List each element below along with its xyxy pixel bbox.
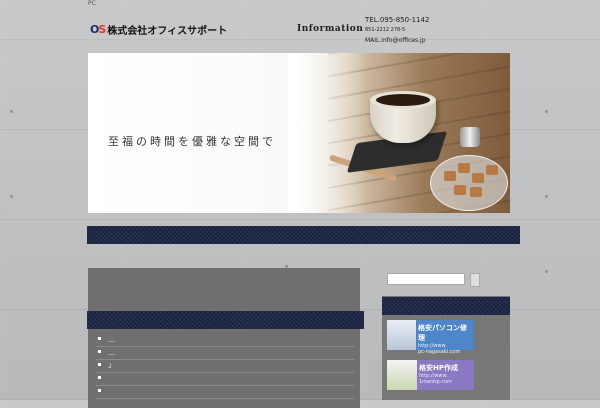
company-logo[interactable]: OS 株式会社オフィスサポート [90, 22, 227, 37]
wall-dot [10, 110, 13, 113]
news-list: ＿ ＿ 」 [96, 334, 354, 399]
sugar-cube [458, 163, 470, 173]
sugar-cube [472, 173, 484, 183]
info-heading: Information [297, 24, 364, 34]
pc-label: PC [88, 0, 96, 7]
company-name: 株式会社オフィスサポート [107, 26, 228, 37]
bullet-icon [98, 350, 101, 353]
sugar-cube [486, 165, 498, 175]
hp-creation-thumbnail [387, 360, 417, 390]
pc-repair-thumbnail [387, 320, 416, 350]
contact-mail[interactable]: MAIL.info@offices.jp [365, 37, 429, 44]
list-item[interactable] [96, 386, 354, 399]
bullet-icon [98, 337, 101, 340]
bullet-icon [98, 389, 101, 392]
contact-tel: TEL.095-850-1142 [365, 16, 430, 24]
wall-dot [545, 270, 548, 273]
list-item[interactable]: ＿ [96, 347, 354, 360]
pc-repair-banner[interactable]: 格安パソコン修理 http://www. pc-nagasaki.com [387, 320, 474, 355]
banner-title: 格安HP作成 [419, 364, 458, 372]
bullet-icon [98, 363, 101, 366]
banner-url: 1manhp.com [419, 379, 452, 385]
contact-info: TEL.095-850-1142 851-2212 278-5 MAIL.inf… [365, 16, 429, 44]
list-item[interactable]: 」 [96, 360, 354, 373]
sugar-cube [444, 171, 456, 181]
news-header-bar [87, 311, 364, 329]
list-item[interactable]: ＿ [96, 334, 354, 347]
wall-dot [545, 195, 548, 198]
list-item[interactable] [96, 373, 354, 386]
logo-mark-icon: OS [90, 23, 106, 36]
search-input[interactable] [387, 273, 465, 285]
hero-banner: 至福の時間を優雅な空間で [88, 53, 510, 213]
contact-fax: 851-2212 278-5 [365, 27, 406, 33]
global-nav-bar[interactable] [87, 226, 520, 244]
milk-jug-image [460, 127, 480, 147]
sugar-cube [454, 185, 466, 195]
wall-dot [545, 110, 548, 113]
sidebar-header-bar [382, 297, 510, 315]
bullet-icon [98, 376, 101, 379]
banner-url: pc-nagasaki.com [417, 349, 461, 355]
hp-creation-banner[interactable]: 格安HP作成 http://www. 1manhp.com [387, 360, 474, 390]
sugar-cube [470, 187, 482, 197]
search-button[interactable] [470, 273, 480, 287]
hero-catchphrase: 至福の時間を優雅な空間で [108, 135, 276, 148]
wall-dot [10, 195, 13, 198]
banner-title: 格安パソコン修理 [417, 324, 467, 342]
